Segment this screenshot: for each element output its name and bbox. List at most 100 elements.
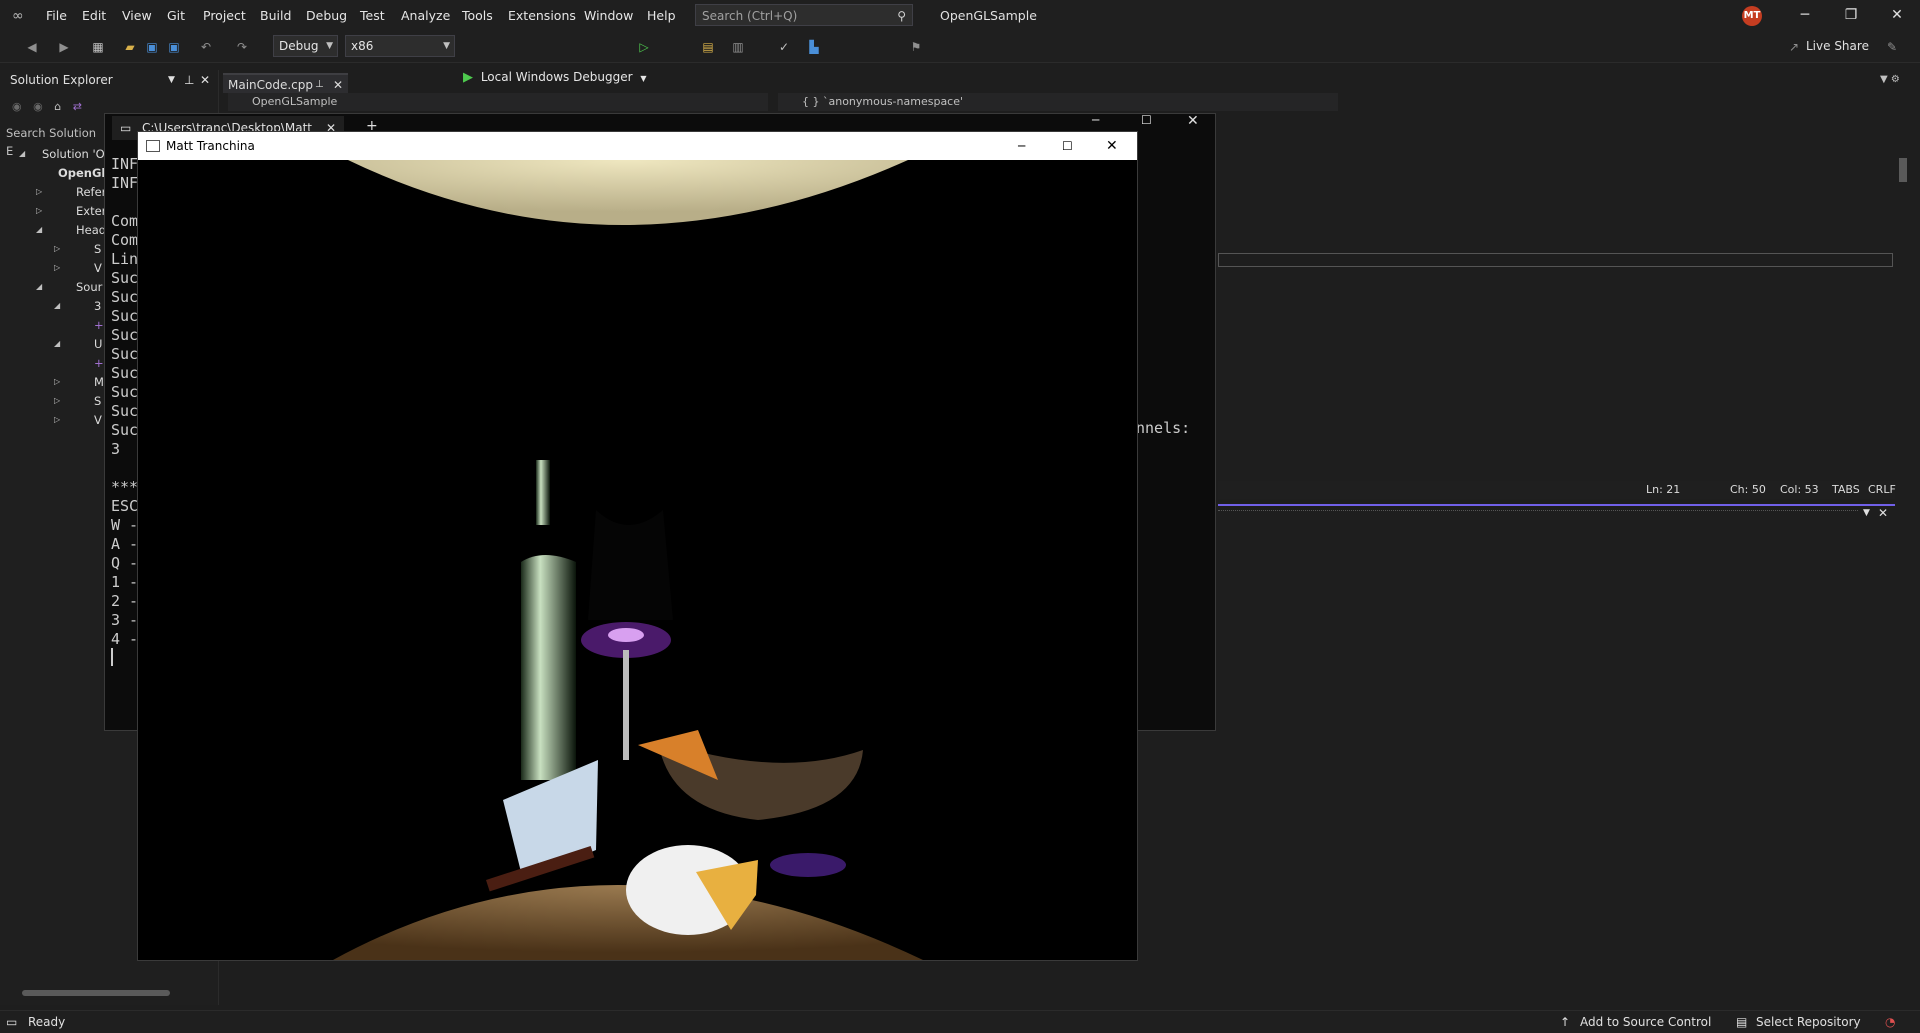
platform-select[interactable]: x86 ▼: [345, 35, 455, 57]
tree-item-folder-u[interactable]: U: [94, 336, 102, 352]
live-share-button[interactable]: Live Share: [1806, 39, 1869, 53]
minimize-icon[interactable]: ─: [1018, 132, 1025, 160]
tree-item-source-files[interactable]: Sour: [76, 279, 102, 295]
close-icon[interactable]: ✕: [1874, 0, 1920, 31]
minimize-icon[interactable]: ─: [1092, 113, 1099, 127]
scrollbar-thumb[interactable]: [22, 990, 170, 996]
tree-item-folder-3[interactable]: 3: [94, 298, 101, 314]
expand-arrow-icon[interactable]: ▷: [36, 187, 42, 196]
menu-project[interactable]: Project: [195, 0, 254, 31]
menu-file[interactable]: File: [38, 0, 75, 31]
maximize-icon[interactable]: ☐: [1141, 113, 1152, 127]
close-icon[interactable]: ✕: [1187, 113, 1199, 129]
menu-tools[interactable]: Tools: [454, 0, 501, 31]
layout-icon[interactable]: ▥: [730, 39, 746, 55]
panel-grip[interactable]: [1218, 510, 1858, 517]
tree-item-external[interactable]: Exter: [76, 203, 106, 219]
chevron-down-icon[interactable]: ▼: [168, 70, 175, 90]
tab-maincode[interactable]: MainCode.cpp ⊥ ✕: [223, 73, 348, 93]
expand-arrow-icon[interactable]: ▷: [54, 263, 60, 272]
tree-item-source-s[interactable]: S: [94, 393, 101, 409]
avatar[interactable]: MT: [1742, 6, 1762, 26]
expand-arrow-icon[interactable]: ▷: [54, 244, 60, 253]
pin-icon[interactable]: ⊥: [315, 75, 324, 95]
save-all-icon[interactable]: ▣: [166, 39, 182, 55]
notification-icon[interactable]: ◔: [1885, 1011, 1895, 1033]
menu-debug[interactable]: Debug: [298, 0, 355, 31]
step-icon[interactable]: ▙: [806, 39, 822, 55]
solution-horizontal-scrollbar[interactable]: [0, 985, 218, 1001]
editor-vertical-scrollbar[interactable]: [1895, 93, 1911, 983]
pin-icon[interactable]: ⊥: [184, 70, 194, 90]
start-without-debugging-icon[interactable]: ▷: [636, 39, 652, 55]
back-icon[interactable]: ◉: [12, 100, 22, 113]
menu-test[interactable]: Test: [352, 0, 393, 31]
configuration-select[interactable]: Debug ▼: [273, 35, 338, 57]
switch-views-icon[interactable]: ⇄: [73, 100, 82, 113]
home-icon[interactable]: ⌂: [54, 100, 61, 113]
tree-item-header-files[interactable]: Head: [76, 222, 106, 238]
minimize-icon[interactable]: ─: [1782, 0, 1828, 31]
collapse-arrow-icon[interactable]: ◢: [54, 301, 60, 310]
menu-extensions[interactable]: Extensions: [500, 0, 584, 31]
expand-arrow-icon[interactable]: ▷: [36, 206, 42, 215]
collapse-arrow-icon[interactable]: ◢: [36, 282, 42, 291]
menu-view[interactable]: View: [114, 0, 160, 31]
back-icon[interactable]: ◀: [24, 39, 40, 55]
live-share-icon[interactable]: ↗: [1786, 39, 1802, 55]
undo-icon[interactable]: ↶: [198, 39, 214, 55]
menu-git[interactable]: Git: [159, 0, 193, 31]
tab-overflow-controls[interactable]: ▼ ⚙: [1880, 74, 1920, 90]
bookmark-icon[interactable]: ⚑: [908, 39, 924, 55]
scrollbar-thumb[interactable]: [1899, 158, 1907, 182]
close-icon[interactable]: ✕: [200, 70, 210, 90]
visual-studio-logo-icon[interactable]: ∞: [12, 8, 30, 24]
new-project-icon[interactable]: ▦: [90, 39, 106, 55]
menu-build[interactable]: Build: [252, 0, 299, 31]
collapse-arrow-icon[interactable]: ◢: [54, 339, 60, 348]
save-icon[interactable]: ▣: [144, 39, 160, 55]
expand-arrow-icon[interactable]: ▷: [54, 377, 60, 386]
tree-item-maincode[interactable]: M: [94, 374, 104, 390]
forward-icon[interactable]: ▶: [56, 39, 72, 55]
tree-item-references[interactable]: Refer: [76, 184, 106, 200]
menu-edit[interactable]: Edit: [74, 0, 114, 31]
tree-item-project[interactable]: OpenGl: [58, 165, 105, 181]
collapse-arrow-icon[interactable]: ◢: [36, 225, 42, 234]
maximize-icon[interactable]: ☐: [1062, 132, 1073, 160]
menu-analyze[interactable]: Analyze: [393, 0, 458, 31]
spellcheck-icon[interactable]: ✓: [776, 39, 792, 55]
tree-item-cpp-file[interactable]: +: [94, 355, 104, 371]
collapse-arrow-icon[interactable]: ◢: [19, 149, 25, 158]
tree-item-solution[interactable]: Solution 'O|: [42, 146, 109, 162]
tree-item-header-v[interactable]: V: [94, 260, 102, 276]
forward-icon[interactable]: ◉: [33, 100, 43, 113]
redo-icon[interactable]: ↷: [234, 39, 250, 55]
expand-arrow-icon[interactable]: ▷: [54, 415, 60, 424]
close-icon[interactable]: ✕: [1106, 132, 1118, 160]
tree-item-cpp-file[interactable]: +: [94, 317, 104, 333]
opengl-render-viewport[interactable]: [138, 160, 1137, 960]
search-input[interactable]: Search (Ctrl+Q) ⚲: [695, 4, 913, 26]
menu-help[interactable]: Help: [639, 0, 684, 31]
tree-item-header-s[interactable]: S: [94, 241, 101, 257]
close-icon[interactable]: ✕: [1878, 506, 1888, 520]
feedback-icon[interactable]: ✎: [1884, 39, 1900, 55]
tabs-indicator[interactable]: TABS: [1832, 483, 1860, 496]
restore-icon[interactable]: ❐: [1828, 0, 1874, 31]
menu-window[interactable]: Window: [576, 0, 641, 31]
open-folder-icon[interactable]: ▰: [122, 39, 138, 55]
select-repository-button[interactable]: Select Repository: [1756, 1011, 1861, 1033]
line-ending-indicator[interactable]: CRLF: [1868, 483, 1896, 496]
browse-icon[interactable]: ▤: [700, 39, 716, 55]
expand-arrow-icon[interactable]: ▷: [54, 396, 60, 405]
solution-search-input[interactable]: Search Solution E: [6, 124, 106, 158]
add-to-source-control-button[interactable]: Add to Source Control: [1580, 1011, 1711, 1033]
chevron-down-icon[interactable]: ▼: [1863, 508, 1870, 518]
editor-horizontal-scrollbar[interactable]: [223, 985, 1895, 1001]
tree-item-source-v[interactable]: V: [94, 412, 102, 428]
start-debugger-button[interactable]: ▶ Local Windows Debugger ▼: [463, 62, 647, 93]
nav-scope-combo[interactable]: { } `anonymous-namespace': [778, 93, 1338, 111]
nav-project-combo[interactable]: OpenGLSample: [228, 93, 768, 111]
close-icon[interactable]: ✕: [333, 75, 343, 95]
